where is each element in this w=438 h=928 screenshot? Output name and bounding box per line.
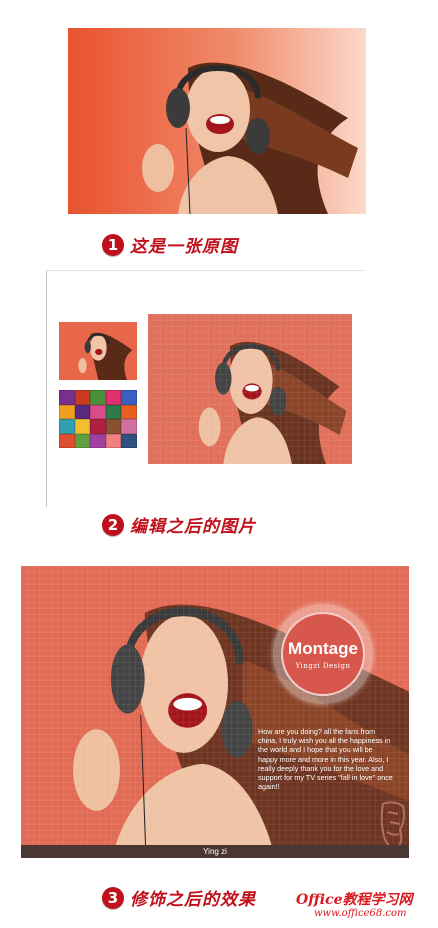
step-number-badge: 1 xyxy=(102,233,124,256)
woman-headphones-thumbnail xyxy=(59,322,137,380)
name-bar: Ying zi xyxy=(21,845,409,858)
montage-badge: Montage Yingzi Design xyxy=(273,604,373,704)
step-2-caption: 2 编辑之后的图片 xyxy=(102,512,256,537)
watermark-title: Office教程学习网 xyxy=(296,892,413,908)
step-3-caption: 3 修饰之后的效果 xyxy=(102,885,256,910)
montage-subtitle: Yingzi Design xyxy=(295,661,351,670)
mosaic-overlay xyxy=(148,314,352,464)
mosaic-photo xyxy=(148,314,352,464)
original-photo xyxy=(68,28,366,214)
final-photo xyxy=(21,566,409,858)
step-number-badge: 2 xyxy=(102,513,124,536)
site-watermark: Office教程学习网 www.office68.com xyxy=(296,889,413,919)
watermark-url: www.office68.com xyxy=(314,908,407,919)
woman-headphones-image xyxy=(68,28,366,214)
source-tiles-grid xyxy=(59,390,137,448)
montage-title: Montage xyxy=(288,638,358,658)
message-text: How are you doing? all the fans from chi… xyxy=(258,727,393,792)
step-number-badge: 3 xyxy=(102,886,124,909)
thumbnail-photo xyxy=(59,322,137,380)
montage-badge-inner: Montage Yingzi Design xyxy=(281,612,365,696)
step-label: 这是一张原图 xyxy=(130,237,238,257)
mosaic-overlay xyxy=(21,566,409,858)
step-label: 编辑之后的图片 xyxy=(130,517,256,537)
step-1-caption: 1 这是一张原图 xyxy=(102,232,238,257)
step-label: 修饰之后的效果 xyxy=(130,890,256,910)
